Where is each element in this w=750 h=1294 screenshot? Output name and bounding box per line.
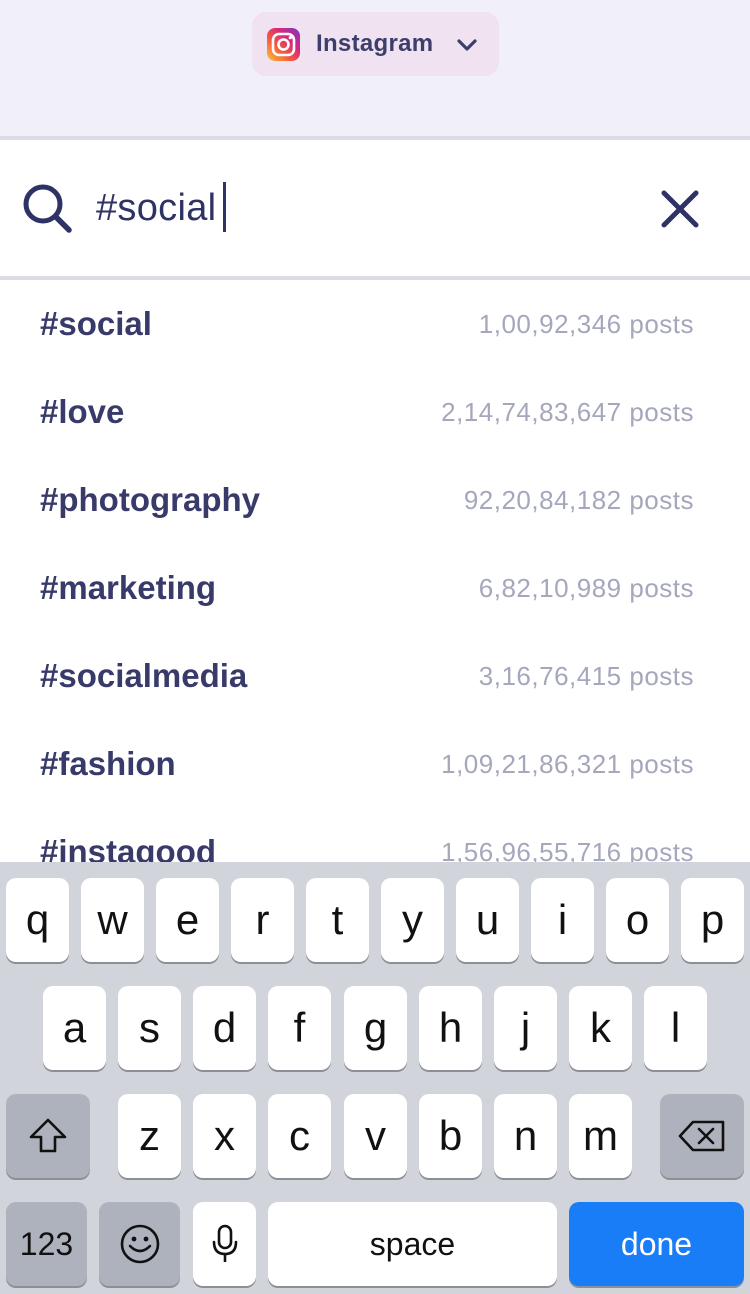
shift-icon [29, 1118, 67, 1153]
emoji-icon [120, 1224, 159, 1264]
key-a[interactable]: a [43, 986, 106, 1070]
on-screen-keyboard: q w e r t y u i o p a s d f g h j k l z … [0, 862, 750, 1294]
instagram-icon [267, 28, 300, 61]
account-selector[interactable]: Instagram [252, 12, 499, 76]
key-m[interactable]: m [569, 1094, 632, 1178]
post-count: 1,00,92,346 posts [478, 309, 694, 339]
key-l[interactable]: l [644, 986, 707, 1070]
chevron-down-icon [457, 39, 477, 51]
key-q[interactable]: q [6, 878, 69, 962]
emoji-key[interactable] [99, 1202, 180, 1286]
search-input[interactable]: #social [96, 180, 227, 236]
hashtag-name: #marketing [40, 569, 217, 606]
post-count: 92,20,84,182 posts [463, 485, 694, 515]
delete-key[interactable] [660, 1094, 744, 1178]
post-count: 6,82,10,989 posts [478, 573, 694, 603]
post-count: 1,09,21,86,321 posts [441, 749, 694, 779]
key-c[interactable]: c [268, 1094, 331, 1178]
key-z[interactable]: z [118, 1094, 181, 1178]
search-icon [23, 184, 72, 233]
hashtag-name: #socialmedia [40, 657, 248, 694]
hashtag-result[interactable]: #photography 92,20,84,182 posts [0, 456, 750, 544]
key-j[interactable]: j [494, 986, 557, 1070]
hashtag-name: #photography [40, 481, 260, 518]
key-v[interactable]: v [344, 1094, 407, 1178]
key-k[interactable]: k [569, 986, 632, 1070]
key-i[interactable]: i [531, 878, 594, 962]
key-t[interactable]: t [306, 878, 369, 962]
top-bar: Instagram [0, 0, 750, 136]
hashtag-result[interactable]: #socialmedia 3,16,76,415 posts [0, 632, 750, 720]
key-d[interactable]: d [193, 986, 256, 1070]
close-icon[interactable] [656, 185, 704, 233]
key-f[interactable]: f [268, 986, 331, 1070]
key-s[interactable]: s [118, 986, 181, 1070]
hashtag-result[interactable]: #marketing 6,82,10,989 posts [0, 544, 750, 632]
hashtag-result[interactable]: #instagood 1,56,96,55,716 posts [0, 808, 750, 862]
search-bar: #social [0, 140, 750, 276]
text-caret [223, 181, 227, 232]
key-y[interactable]: y [381, 878, 444, 962]
post-count: 3,16,76,415 posts [478, 661, 694, 691]
hashtag-result[interactable]: #love 2,14,74,83,647 posts [0, 368, 750, 456]
hashtag-name: #love [40, 393, 125, 430]
key-g[interactable]: g [344, 986, 407, 1070]
key-h[interactable]: h [419, 986, 482, 1070]
key-u[interactable]: u [456, 878, 519, 962]
hashtag-results-list: #social 1,00,92,346 posts #love 2,14,74,… [0, 280, 750, 862]
search-query: #social [96, 187, 217, 229]
done-key[interactable]: done [569, 1202, 744, 1286]
hashtag-result[interactable]: #fashion 1,09,21,86,321 posts [0, 720, 750, 808]
key-n[interactable]: n [494, 1094, 557, 1178]
hashtag-name: #instagood [40, 833, 217, 862]
key-w[interactable]: w [81, 878, 144, 962]
key-r[interactable]: r [231, 878, 294, 962]
key-o[interactable]: o [606, 878, 669, 962]
key-x[interactable]: x [193, 1094, 256, 1178]
key-p[interactable]: p [681, 878, 744, 962]
shift-key[interactable] [6, 1094, 90, 1178]
account-name: Instagram [316, 30, 434, 57]
key-b[interactable]: b [419, 1094, 482, 1178]
space-key[interactable]: space [268, 1202, 557, 1286]
hashtag-result[interactable]: #social 1,00,92,346 posts [0, 280, 750, 368]
microphone-icon [212, 1224, 237, 1262]
post-count: 2,14,74,83,647 posts [441, 397, 694, 427]
numbers-key[interactable]: 123 [6, 1202, 87, 1286]
key-e[interactable]: e [156, 878, 219, 962]
hashtag-name: #fashion [40, 745, 176, 782]
hashtag-name: #social [40, 305, 152, 342]
backspace-icon [678, 1120, 725, 1152]
post-count: 1,56,96,55,716 posts [441, 837, 694, 862]
dictation-key[interactable] [193, 1202, 256, 1286]
